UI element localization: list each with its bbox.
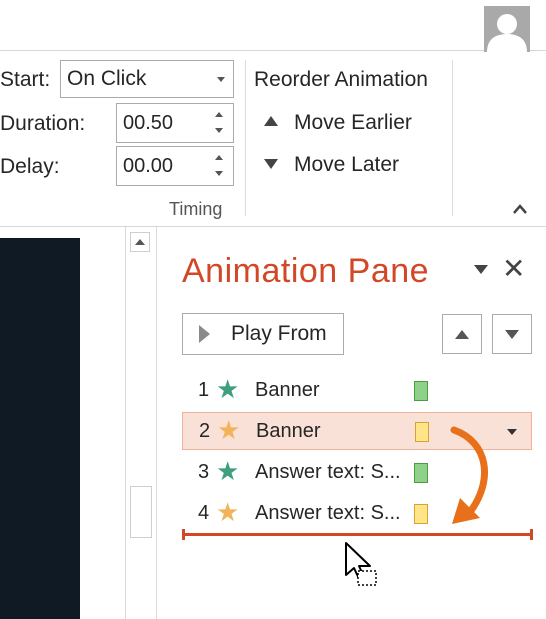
- triangle-up-icon: [264, 116, 278, 126]
- spin-up-icon[interactable]: [215, 155, 223, 160]
- close-icon[interactable]: ✕: [502, 252, 525, 285]
- delay-label: Delay:: [0, 155, 60, 178]
- move-down-button[interactable]: [492, 314, 532, 354]
- drop-indicator-cap: [530, 529, 533, 540]
- timing-group-label: Timing: [169, 199, 223, 219]
- drop-indicator-line: [182, 533, 533, 536]
- spin-down-icon[interactable]: [215, 128, 223, 133]
- move-earlier-button[interactable]: Move Earlier: [256, 108, 426, 138]
- start-label: Start:: [0, 68, 51, 91]
- animation-pane-title: Animation Pane: [182, 252, 430, 290]
- emphasis-star-icon: ★: [217, 415, 241, 445]
- spin-down-icon[interactable]: [215, 171, 223, 176]
- item-label: Banner: [256, 420, 321, 442]
- duration-label: Duration:: [0, 112, 86, 135]
- item-number: 4: [198, 502, 210, 524]
- scrollbar-thumb[interactable]: [130, 486, 152, 538]
- collapse-ribbon-icon[interactable]: [511, 201, 529, 217]
- emphasis-star-icon: ★: [216, 497, 240, 527]
- reorder-animation-title: Reorder Animation: [254, 68, 428, 91]
- move-earlier-label: Move Earlier: [294, 111, 412, 134]
- curved-arrow-icon: [450, 426, 488, 524]
- duration-stepper[interactable]: 00.50: [116, 103, 234, 143]
- item-label: Banner: [255, 379, 320, 401]
- item-label: Answer text: S...: [255, 461, 401, 483]
- chevron-down-icon: [217, 77, 225, 82]
- timing-bar[interactable]: [414, 463, 428, 483]
- play-from-label: Play From: [231, 322, 327, 345]
- triangle-up-icon: [455, 330, 469, 339]
- arrow-up-icon: [135, 239, 145, 245]
- entrance-star-icon: ★: [216, 374, 240, 404]
- spin-up-icon[interactable]: [215, 112, 223, 117]
- item-number: 1: [198, 379, 210, 401]
- move-up-button[interactable]: [442, 314, 482, 354]
- triangle-down-icon: [264, 159, 278, 169]
- ribbon-divider: [452, 60, 453, 216]
- play-from-button[interactable]: Play From: [182, 313, 344, 355]
- item-number: 2: [199, 420, 211, 442]
- ribbon-top-strip: [0, 0, 546, 51]
- timing-bar[interactable]: [414, 504, 428, 524]
- delay-value: 00.00: [123, 155, 174, 177]
- timing-bar[interactable]: [415, 422, 429, 442]
- triangle-down-icon: [505, 330, 519, 339]
- drop-indicator-cap: [182, 529, 185, 540]
- item-label: Answer text: S...: [255, 502, 401, 524]
- scroll-up-button[interactable]: [130, 232, 150, 252]
- move-later-label: Move Later: [294, 153, 400, 176]
- move-later-button[interactable]: Move Later: [256, 150, 426, 180]
- delay-stepper[interactable]: 00.00: [116, 146, 234, 186]
- play-icon: [199, 325, 210, 343]
- slide-preview[interactable]: [0, 238, 80, 619]
- duration-value: 00.50: [123, 112, 174, 134]
- slide-canvas-background: [80, 227, 125, 619]
- start-select[interactable]: On Click: [60, 60, 234, 98]
- user-avatar-icon[interactable]: [484, 6, 530, 52]
- animation-list-item[interactable]: 1 ★ Banner: [182, 372, 532, 410]
- vertical-scrollbar[interactable]: [125, 227, 157, 619]
- entrance-star-icon: ★: [216, 456, 240, 486]
- item-number: 3: [198, 461, 210, 483]
- start-select-value: On Click: [67, 67, 147, 90]
- pane-options-icon[interactable]: [474, 265, 488, 274]
- drag-cursor-icon: [345, 542, 377, 586]
- ribbon-divider: [245, 60, 246, 216]
- timing-bar[interactable]: [414, 381, 428, 401]
